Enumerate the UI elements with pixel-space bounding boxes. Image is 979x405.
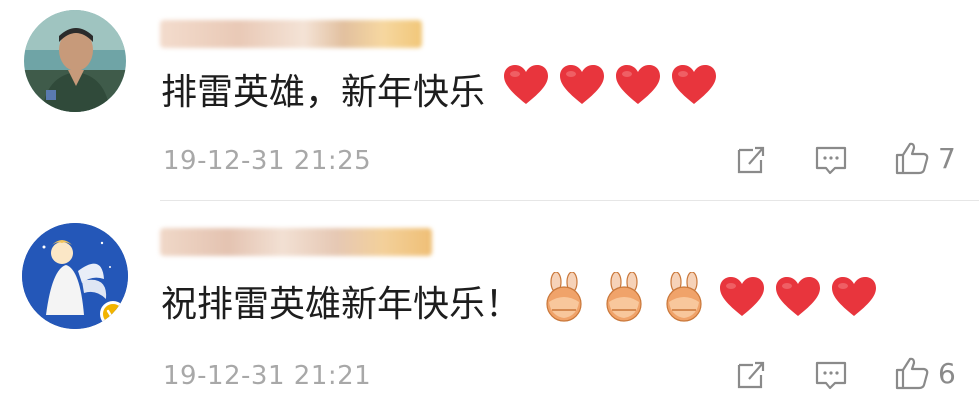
emoji-group: [493, 64, 717, 115]
bunny-emoji-icon: [659, 270, 709, 331]
bunny-emoji-icon: [539, 270, 589, 331]
like-button[interactable]: 7: [894, 140, 956, 176]
like-count: 7: [938, 141, 956, 175]
share-icon: [737, 146, 765, 174]
heart-emoji-icon: [671, 64, 717, 115]
comment-icon: [815, 361, 847, 390]
comment-icon: [815, 146, 847, 175]
share-button[interactable]: [733, 357, 769, 393]
heart-emoji-icon: [719, 276, 765, 327]
comment-timestamp: 19-12-31 21:21: [163, 361, 372, 391]
username-blurred[interactable]: [160, 228, 432, 256]
comment-timestamp: 19-12-31 21:25: [163, 146, 372, 176]
comment-item: 祝排雷英雄新年快乐！ 19-12-31 21:21 6: [0, 201, 979, 405]
heart-emoji-icon: [831, 276, 877, 327]
like-count: 6: [938, 356, 956, 390]
reply-button[interactable]: [813, 142, 849, 178]
heart-emoji-icon: [559, 64, 605, 115]
share-icon: [737, 361, 765, 389]
avatar[interactable]: [24, 10, 126, 112]
heart-emoji-icon: [775, 276, 821, 327]
emoji-group: [529, 270, 877, 331]
thumbs-up-icon: [895, 142, 929, 175]
comment-content: 祝排雷英雄新年快乐！: [161, 270, 877, 331]
comment-text: 祝排雷英雄新年快乐！: [161, 284, 522, 325]
thumbs-up-icon: [895, 357, 929, 390]
share-button[interactable]: [733, 142, 769, 178]
comment-item: 排雷英雄，新年快乐 19-12-31 21:25 7: [0, 0, 979, 200]
username-blurred[interactable]: [160, 20, 422, 48]
heart-emoji-icon: [503, 64, 549, 115]
comment-content: 排雷英雄，新年快乐: [161, 64, 717, 114]
avatar[interactable]: [22, 223, 128, 329]
verified-badge-icon: [100, 301, 126, 327]
bunny-emoji-icon: [599, 270, 649, 331]
heart-emoji-icon: [615, 64, 661, 115]
comment-text: 排雷英雄，新年快乐: [161, 72, 486, 113]
like-button[interactable]: 6: [894, 355, 956, 391]
reply-button[interactable]: [813, 357, 849, 393]
